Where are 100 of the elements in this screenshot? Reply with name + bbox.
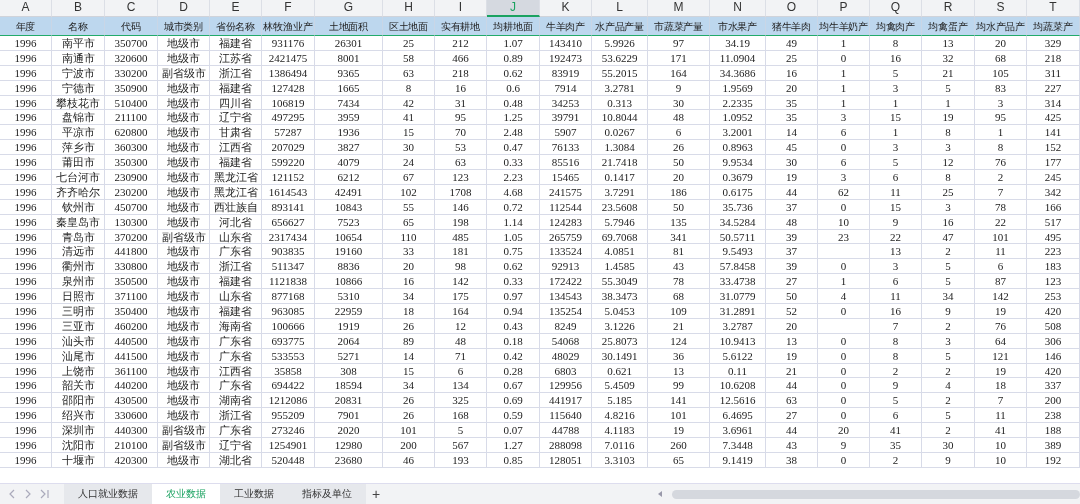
table-cell: 1996 bbox=[0, 333, 52, 349]
table-cell: 102 bbox=[383, 184, 435, 200]
horizontal-scrollbar[interactable] bbox=[672, 489, 1080, 499]
table-cell: 81 bbox=[648, 244, 710, 260]
table-cell: 1996 bbox=[0, 408, 52, 424]
table-cell: 9365 bbox=[315, 65, 383, 81]
table-cell: 地级市 bbox=[158, 95, 210, 111]
table-cell: 198 bbox=[435, 214, 487, 230]
column-header[interactable]: A bbox=[0, 0, 52, 17]
table-cell: 1665 bbox=[315, 80, 383, 96]
sheet-tab[interactable]: 指标及单位 bbox=[288, 484, 366, 504]
table-cell: 福建省 bbox=[210, 80, 262, 96]
table-cell: 38.3473 bbox=[592, 289, 648, 305]
column-header[interactable]: B bbox=[52, 0, 105, 17]
column-header[interactable]: F bbox=[262, 0, 315, 17]
add-sheet-button[interactable]: + bbox=[366, 484, 387, 504]
table-cell: 0.94 bbox=[487, 304, 540, 319]
table-cell: 89 bbox=[383, 333, 435, 349]
column-header[interactable]: D bbox=[158, 0, 210, 17]
table-cell: 广东省 bbox=[210, 348, 262, 364]
table-cell: 44 bbox=[766, 378, 818, 394]
sheet-tab[interactable]: 人口就业数据 bbox=[64, 484, 152, 504]
table-cell: 497295 bbox=[262, 110, 315, 126]
table-cell: 26 bbox=[648, 140, 710, 156]
table-cell: 130300 bbox=[105, 214, 158, 230]
table-cell: 41 bbox=[870, 423, 922, 439]
previous-sheet-icon[interactable] bbox=[24, 489, 32, 499]
table-cell: 420 bbox=[1027, 363, 1080, 379]
table-cell: 0 bbox=[818, 199, 870, 215]
table-cell: 49 bbox=[766, 36, 818, 51]
sheet-tab[interactable]: 工业数据 bbox=[220, 484, 288, 504]
column-header[interactable]: T bbox=[1027, 0, 1080, 17]
table-cell: 16 bbox=[435, 80, 487, 96]
column-header[interactable]: E bbox=[210, 0, 262, 17]
table-cell: 七台河市 bbox=[52, 170, 105, 185]
table-cell: 湖北省 bbox=[210, 452, 262, 468]
table-cell: 181 bbox=[435, 244, 487, 260]
table-cell: 黑龙江省 bbox=[210, 184, 262, 200]
column-header[interactable]: M bbox=[648, 0, 710, 17]
table-cell: 166 bbox=[1027, 199, 1080, 215]
table-cell: 5 bbox=[870, 65, 922, 81]
column-header[interactable]: G bbox=[315, 0, 383, 17]
table-cell: 441917 bbox=[540, 393, 592, 409]
column-header[interactable]: I bbox=[435, 0, 487, 17]
column-header[interactable]: S bbox=[975, 0, 1027, 17]
column-header[interactable]: R bbox=[922, 0, 975, 17]
table-cell: 0.07 bbox=[487, 423, 540, 439]
table-cell: 193 bbox=[435, 452, 487, 468]
table-cell: 14 bbox=[383, 348, 435, 364]
table-cell: 山东省 bbox=[210, 289, 262, 305]
table-cell: 95 bbox=[975, 110, 1027, 126]
table-cell: 520448 bbox=[262, 452, 315, 468]
table-cell: 绍兴市 bbox=[52, 408, 105, 424]
table-cell: 164 bbox=[435, 304, 487, 319]
table-cell: 青岛市 bbox=[52, 229, 105, 245]
column-header[interactable]: N bbox=[710, 0, 766, 17]
table-cell: 20 bbox=[383, 259, 435, 275]
table-cell: 44 bbox=[766, 423, 818, 439]
table-cell: 13 bbox=[648, 363, 710, 379]
table-cell: 地级市 bbox=[158, 110, 210, 126]
table-cell: 26301 bbox=[315, 36, 383, 51]
column-header[interactable]: Q bbox=[870, 0, 922, 17]
first-sheet-icon[interactable] bbox=[8, 489, 16, 499]
table-cell: 13 bbox=[870, 244, 922, 260]
table-cell: 1.0952 bbox=[710, 110, 766, 126]
table-cell: 183 bbox=[1027, 259, 1080, 275]
sheet-tab[interactable]: 农业数据 bbox=[152, 484, 220, 504]
table-cell: 地级市 bbox=[158, 184, 210, 200]
column-header[interactable]: K bbox=[540, 0, 592, 17]
table-cell: 508 bbox=[1027, 318, 1080, 334]
table-cell: 10866 bbox=[315, 274, 383, 290]
table-cell: 22959 bbox=[315, 304, 383, 319]
table-cell: 253 bbox=[1027, 289, 1080, 305]
scroll-left-icon[interactable] bbox=[656, 489, 665, 499]
column-header[interactable]: O bbox=[766, 0, 818, 17]
column-header[interactable]: H bbox=[383, 0, 435, 17]
table-cell: 甘肃省 bbox=[210, 125, 262, 141]
column-header[interactable]: L bbox=[592, 0, 648, 17]
table-cell: 955209 bbox=[262, 408, 315, 424]
table-cell: 1996 bbox=[0, 274, 52, 290]
column-header[interactable]: P bbox=[818, 0, 870, 17]
table-cell: 115640 bbox=[540, 408, 592, 424]
table-cell: 1 bbox=[870, 95, 922, 111]
table-cell: 25.8073 bbox=[592, 333, 648, 349]
table-cell: 10843 bbox=[315, 199, 383, 215]
table-cell: 200 bbox=[1027, 393, 1080, 409]
table-cell: 134 bbox=[435, 378, 487, 394]
table-cell: 4.68 bbox=[487, 184, 540, 200]
table-cell: 0.85 bbox=[487, 452, 540, 468]
table-cell: 35 bbox=[766, 95, 818, 111]
table-cell: 35858 bbox=[262, 363, 315, 379]
header-cell: 实有耕地 bbox=[435, 17, 487, 36]
table-cell: 441800 bbox=[105, 244, 158, 260]
table-cell: 0 bbox=[818, 393, 870, 409]
table-cell: 62 bbox=[818, 184, 870, 200]
table-cell: 371100 bbox=[105, 289, 158, 305]
header-cell: 代码 bbox=[105, 17, 158, 36]
last-sheet-icon[interactable] bbox=[40, 489, 50, 499]
table-cell: 地级市 bbox=[158, 36, 210, 51]
column-header[interactable]: C bbox=[105, 0, 158, 17]
